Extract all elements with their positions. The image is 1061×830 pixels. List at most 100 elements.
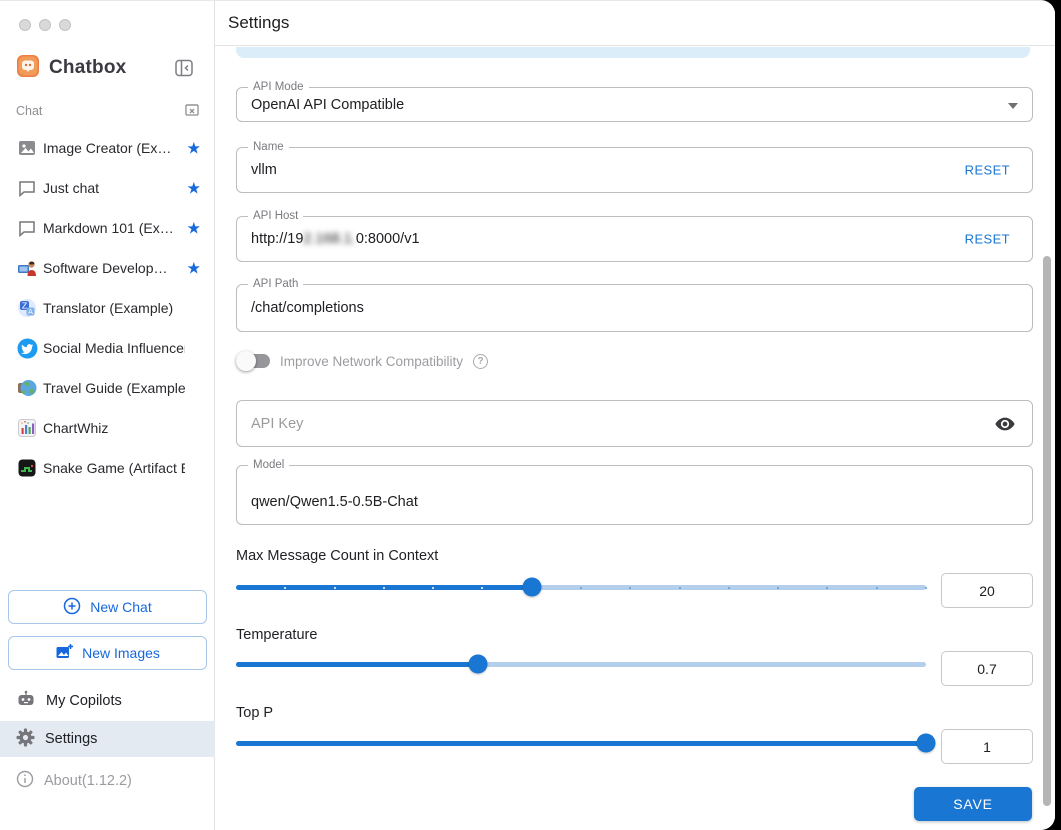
settings-panel: Settings API Mode OpenAI API Compatible …	[215, 1, 1055, 830]
slider-fill	[236, 662, 478, 667]
my-copilots-label: My Copilots	[46, 693, 122, 709]
chat-section-header: Chat	[16, 102, 200, 120]
help-icon[interactable]: ?	[473, 353, 489, 369]
translator-icon: ZA	[16, 297, 38, 319]
model-label: Model	[248, 458, 290, 473]
temperature-slider[interactable]	[236, 654, 926, 674]
chat-item-label: ChartWhiz	[43, 420, 109, 436]
slider-fill	[236, 741, 926, 746]
max-message-count-input[interactable]	[941, 573, 1033, 608]
slider-thumb[interactable]	[468, 654, 487, 674]
info-icon	[16, 770, 34, 792]
brand-row: Chatbox	[16, 54, 200, 83]
api-host-reset-button[interactable]: RESET	[965, 232, 1010, 247]
chat-item-social-media-influencer[interactable]: Social Media Influencer …	[0, 328, 215, 368]
model-field[interactable]: Model qwen/Qwen1.5-0.5B-Chat	[236, 458, 1033, 525]
sidebar-item-settings[interactable]: Settings	[0, 721, 215, 757]
chat-bubble-icon	[16, 217, 38, 239]
sidebar-item-about[interactable]: About(1.12.2)	[0, 763, 215, 799]
favorite-star-icon[interactable]: ★	[187, 139, 201, 158]
gear-icon	[16, 728, 35, 751]
max-message-count-slider[interactable]	[236, 577, 927, 597]
api-key-field[interactable]: API Key	[236, 400, 1033, 447]
chat-item-image-creator[interactable]: Image Creator (Ex… ★	[0, 128, 215, 168]
top-p-label: Top P	[236, 705, 274, 721]
vertical-scrollbar[interactable]	[1043, 256, 1051, 806]
sidebar-item-my-copilots[interactable]: My Copilots	[0, 683, 215, 719]
api-host-label: API Host	[248, 209, 304, 224]
window-minimize-button[interactable]	[39, 19, 51, 31]
chat-item-travel-guide[interactable]: Travel Guide (Example)	[0, 368, 215, 408]
chat-list: Image Creator (Ex… ★ Just chat ★ Markdow…	[0, 128, 215, 488]
chat-item-just-chat[interactable]: Just chat ★	[0, 168, 215, 208]
network-compatibility-label: Improve Network Compatibility	[280, 353, 464, 369]
api-host-field[interactable]: API Host http://192.168.1.0:8000/v1 RESE…	[236, 209, 1033, 262]
chat-item-software-developer[interactable]: Software Develop… ★	[0, 248, 215, 288]
redacted-text: 2.168.1.	[303, 231, 356, 247]
api-mode-label: API Mode	[248, 80, 309, 95]
favorite-star-icon[interactable]: ★	[187, 219, 201, 238]
favorite-star-icon[interactable]: ★	[187, 179, 201, 198]
chevron-down-icon	[1008, 102, 1018, 109]
app-window: Chatbox Chat Image Creator (Ex… ★ Just c…	[0, 0, 1055, 830]
window-close-button[interactable]	[19, 19, 31, 31]
developer-icon	[16, 257, 38, 279]
new-image-icon	[55, 643, 74, 664]
favorite-star-icon[interactable]: ★	[187, 259, 201, 278]
model-value: qwen/Qwen1.5-0.5B-Chat	[251, 494, 418, 510]
plus-circle-icon	[63, 597, 81, 618]
chat-item-chartwhiz[interactable]: ChartWhiz	[0, 408, 215, 448]
robot-icon	[16, 689, 36, 713]
network-compatibility-toggle[interactable]	[236, 351, 270, 371]
temperature-input[interactable]	[941, 651, 1033, 686]
save-button[interactable]: SAVE	[914, 787, 1032, 821]
top-p-slider[interactable]	[236, 733, 936, 753]
globe-icon	[16, 377, 38, 399]
api-mode-select[interactable]: API Mode OpenAI API Compatible	[236, 80, 1033, 122]
window-zoom-button[interactable]	[59, 19, 71, 31]
archive-conversations-icon[interactable]	[184, 101, 200, 122]
chat-item-label: Software Develop…	[43, 260, 168, 276]
chat-item-label: Social Media Influencer …	[43, 340, 185, 356]
new-chat-button[interactable]: New Chat	[8, 590, 207, 624]
api-path-field[interactable]: API Path /chat/completions	[236, 277, 1033, 332]
collapse-sidebar-icon[interactable]	[172, 56, 196, 80]
top-p-input[interactable]	[941, 729, 1033, 764]
chat-item-label: Travel Guide (Example)	[43, 380, 185, 396]
show-password-eye-icon[interactable]	[994, 413, 1016, 435]
settings-label: Settings	[45, 731, 98, 747]
chat-item-translator[interactable]: ZA Translator (Example)	[0, 288, 215, 328]
new-images-button[interactable]: New Images	[8, 636, 207, 670]
scrolled-highlight-bar	[236, 47, 1030, 58]
chat-item-label: Translator (Example)	[43, 300, 174, 316]
network-compatibility-row: Improve Network Compatibility ?	[236, 350, 489, 372]
sidebar: Chatbox Chat Image Creator (Ex… ★ Just c…	[0, 1, 215, 830]
new-images-label: New Images	[82, 645, 160, 661]
chat-item-label: Image Creator (Ex…	[43, 140, 172, 156]
chat-item-label: Markdown 101 (Ex…	[43, 220, 174, 236]
api-host-value: http://192.168.1.0:8000/v1	[251, 231, 420, 247]
snake-icon	[16, 457, 38, 479]
name-reset-button[interactable]: RESET	[965, 163, 1010, 178]
api-path-value: /chat/completions	[251, 300, 364, 316]
chat-item-snake-game[interactable]: Snake Game (Artifact E…	[0, 448, 215, 488]
chat-item-markdown-101[interactable]: Markdown 101 (Ex… ★	[0, 208, 215, 248]
twitter-icon	[16, 337, 38, 359]
name-field[interactable]: Name vllm RESET	[236, 140, 1033, 193]
about-label: About(1.12.2)	[44, 773, 132, 789]
svg-text:A: A	[28, 308, 33, 316]
chatbox-logo-icon	[16, 54, 40, 83]
slider-thumb[interactable]	[522, 577, 542, 597]
settings-header: Settings	[215, 1, 1055, 46]
api-mode-value: OpenAI API Compatible	[251, 96, 405, 113]
image-icon	[16, 137, 38, 159]
chat-item-label: Just chat	[43, 180, 100, 196]
chat-bubble-icon	[16, 177, 38, 199]
new-chat-label: New Chat	[90, 599, 152, 615]
chart-icon	[16, 417, 38, 439]
page-title: Settings	[228, 13, 290, 32]
temperature-label: Temperature	[236, 627, 318, 643]
api-key-placeholder: API Key	[251, 415, 304, 432]
slider-thumb[interactable]	[916, 733, 936, 753]
max-message-count-label: Max Message Count in Context	[236, 548, 439, 564]
